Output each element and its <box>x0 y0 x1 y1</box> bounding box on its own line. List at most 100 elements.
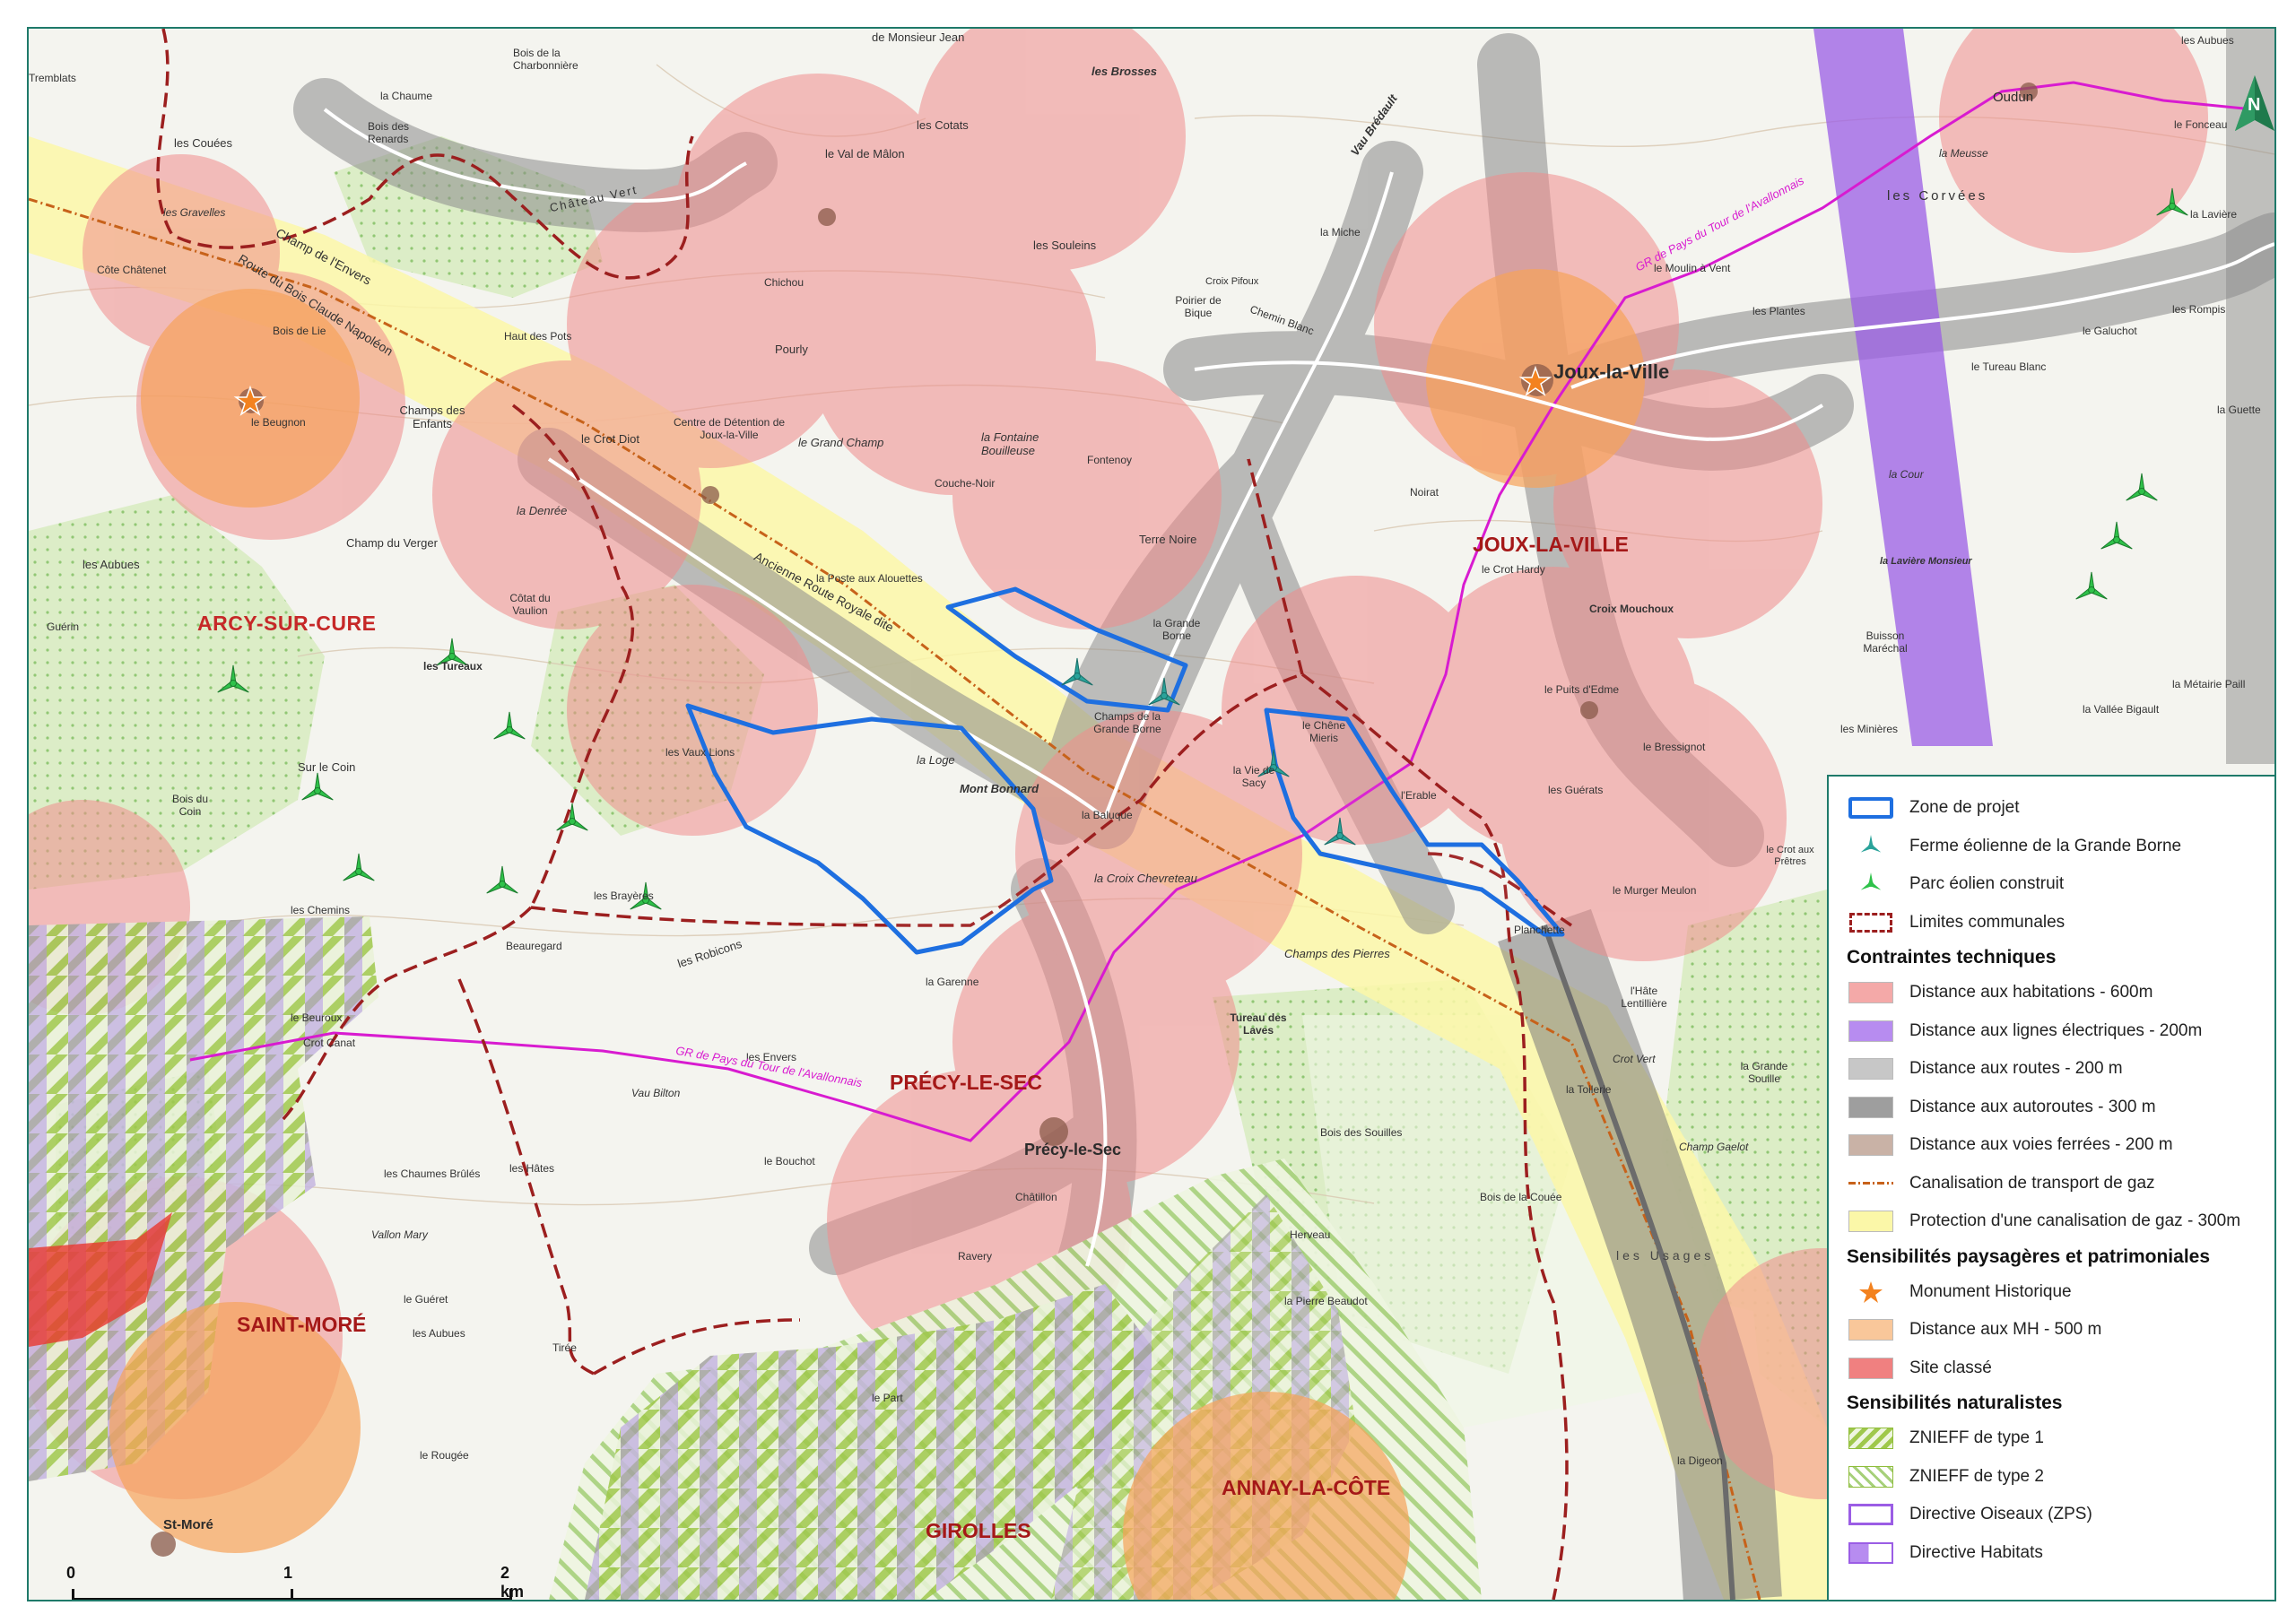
place-label: Pourly <box>775 343 808 356</box>
place-label: Beauregard <box>506 940 562 952</box>
legend-items-technical: Distance aux habitations - 600m Distance … <box>1847 974 2274 1241</box>
town-st-more: St-Moré <box>163 1517 213 1532</box>
legend-symbol <box>1847 1464 1895 1489</box>
legend-label: Limites communales <box>1909 912 2066 932</box>
turbine-icon <box>1061 657 1093 686</box>
legend-section-landscape: Sensibilités paysagères et patrimoniales <box>1847 1245 2211 1267</box>
place-label: Bois de Lie <box>273 325 326 337</box>
turbine-green-3 <box>490 710 529 750</box>
place-label: Fontenoy <box>1087 454 1133 466</box>
turbine-icon <box>2075 571 2108 600</box>
legend-item: Site classé <box>1847 1350 2274 1388</box>
place-label: Bois de la Charbonnière <box>513 47 578 72</box>
place-label: les Plantes <box>1752 305 1805 317</box>
place-label: Champs de la Grande Borne <box>1093 710 1161 735</box>
place-label: les Aubues <box>83 558 140 571</box>
legend-symbol <box>1847 910 1895 935</box>
legend-item: Zone de projet <box>1847 789 2274 828</box>
place-label: la Baluque <box>1082 809 1133 821</box>
legend-label: Distance aux autoroutes - 300 m <box>1909 1097 2156 1116</box>
legend-symbol <box>1847 1095 1895 1120</box>
legend-symbol <box>1847 1056 1895 1081</box>
place-label: Centre de Détention de Joux-la-Ville <box>673 416 786 441</box>
place-label: Crot Canat <box>303 1037 356 1049</box>
place-label: Noirat <box>1410 486 1439 499</box>
place-label: la Loge <box>917 753 955 767</box>
legend-items-top: Zone de projet Ferme éolienne de la Grand… <box>1847 789 2274 942</box>
place-label: les Tureaux <box>423 660 483 673</box>
legend-item: Distance aux routes - 200 m <box>1847 1050 2274 1089</box>
commune-label-arcy: ARCY-SUR-CURE <box>197 612 377 635</box>
scale-two: 2 km <box>500 1564 525 1601</box>
place-label: les Brosses <box>1091 65 1157 78</box>
legend-item: Parc éolien construit <box>1847 865 2274 904</box>
map-frame[interactable]: ARCY-SUR-CURE JOUX-LA-VILLE PRÉCY-LE-SEC… <box>27 27 2276 1601</box>
place-label: le Part <box>872 1392 903 1404</box>
place-label: Vau Bilton <box>631 1087 681 1099</box>
place-label: la Lavière Monsieur <box>1880 556 1972 567</box>
turbine-green-2 <box>213 664 253 703</box>
legend-symbol <box>1847 1280 1895 1305</box>
scale-tick-1 <box>291 1589 293 1600</box>
place-label: la Meusse <box>1939 147 1988 160</box>
turbine-teal-4 <box>1320 816 1360 855</box>
legend-item: Distance aux voies ferrées - 200 m <box>1847 1126 2274 1165</box>
place-label: le Grand Champ <box>798 436 884 449</box>
place-label: le Fonceau <box>2174 118 2228 131</box>
legend-symbol <box>1847 1317 1895 1342</box>
place-label: Planchette <box>1514 924 1565 936</box>
place-label: le Moulin à Vent <box>1654 262 1731 274</box>
place-label: Vallon Mary <box>371 1228 428 1241</box>
turbine-teal-1 <box>1057 656 1097 696</box>
place-label: Poirier de Bique <box>1175 294 1222 319</box>
legend-item: Directive Oiseaux (ZPS) <box>1847 1496 2274 1534</box>
place-label: la Vie de Sacy <box>1232 764 1275 789</box>
place-label: la Lavière <box>2190 208 2238 221</box>
turbine-green-4 <box>298 771 337 811</box>
place-label: les Souleins <box>1033 239 1097 252</box>
town-oudun: Oudun <box>1993 90 2034 105</box>
place-label: la Garenne <box>926 976 979 988</box>
place-label: Crot Vert <box>1613 1053 1656 1065</box>
place-label: Chichou <box>764 276 804 289</box>
place-label: l'Erable <box>1401 789 1437 802</box>
place-label: les Gravelles <box>163 206 226 219</box>
place-label: le Guéret <box>404 1293 448 1306</box>
turbine-icon <box>556 803 588 831</box>
place-label: le Rougée <box>420 1449 469 1462</box>
legend-symbol <box>1847 1356 1895 1381</box>
place-label: les Guérats <box>1548 784 1604 796</box>
legend-label: Ferme éolienne de la Grande Borne <box>1909 836 2182 855</box>
place-label: Bois du Coin <box>171 793 209 818</box>
place-label: Herveau <box>1290 1228 1331 1241</box>
place-label: les Couées <box>174 136 233 150</box>
place-label: Couche-Noir <box>935 477 996 490</box>
legend-item: Monument Historique <box>1847 1273 2274 1312</box>
scale-bar: 0 1 2 km <box>66 1564 524 1600</box>
place-label: les Chemins <box>291 904 351 916</box>
scale-tick-2 <box>509 1589 512 1600</box>
legend-label: ZNIEFF de type 2 <box>1909 1466 2044 1486</box>
place-label: les Chaumes Brûlés <box>384 1167 481 1180</box>
turbine-icon <box>2156 187 2188 216</box>
north-letter: N <box>2248 95 2261 115</box>
place-label: la Grande Borne <box>1152 617 1201 642</box>
turbine-green-12 <box>2072 570 2111 610</box>
legend-symbol <box>1847 872 1895 897</box>
legend-item: ZNIEFF de type 2 <box>1847 1458 2274 1497</box>
legend-label: Directive Oiseaux (ZPS) <box>1909 1505 2092 1524</box>
place-label: la Cour <box>1889 468 1924 481</box>
legend-symbol <box>1847 1426 1895 1451</box>
place-label: le Murger Meulon <box>1613 884 1697 897</box>
place-label: Bois de la Couée <box>1480 1191 1562 1203</box>
place-label: la Chaume <box>380 90 433 102</box>
place-label: Bois des Souilles <box>1320 1126 1403 1139</box>
legend-section-technical: Contraintes techniques <box>1847 947 2057 968</box>
place-label: Haut des Pots <box>504 330 572 343</box>
legend-item: Directive Habitats <box>1847 1534 2274 1573</box>
place-label: Champ du Verger <box>346 536 438 550</box>
north-arrow: N <box>2228 74 2274 136</box>
turbine-icon <box>493 711 526 740</box>
legend-label: Canalisation de transport de gaz <box>1909 1173 2155 1193</box>
place-label: les Hâtes <box>509 1162 555 1175</box>
